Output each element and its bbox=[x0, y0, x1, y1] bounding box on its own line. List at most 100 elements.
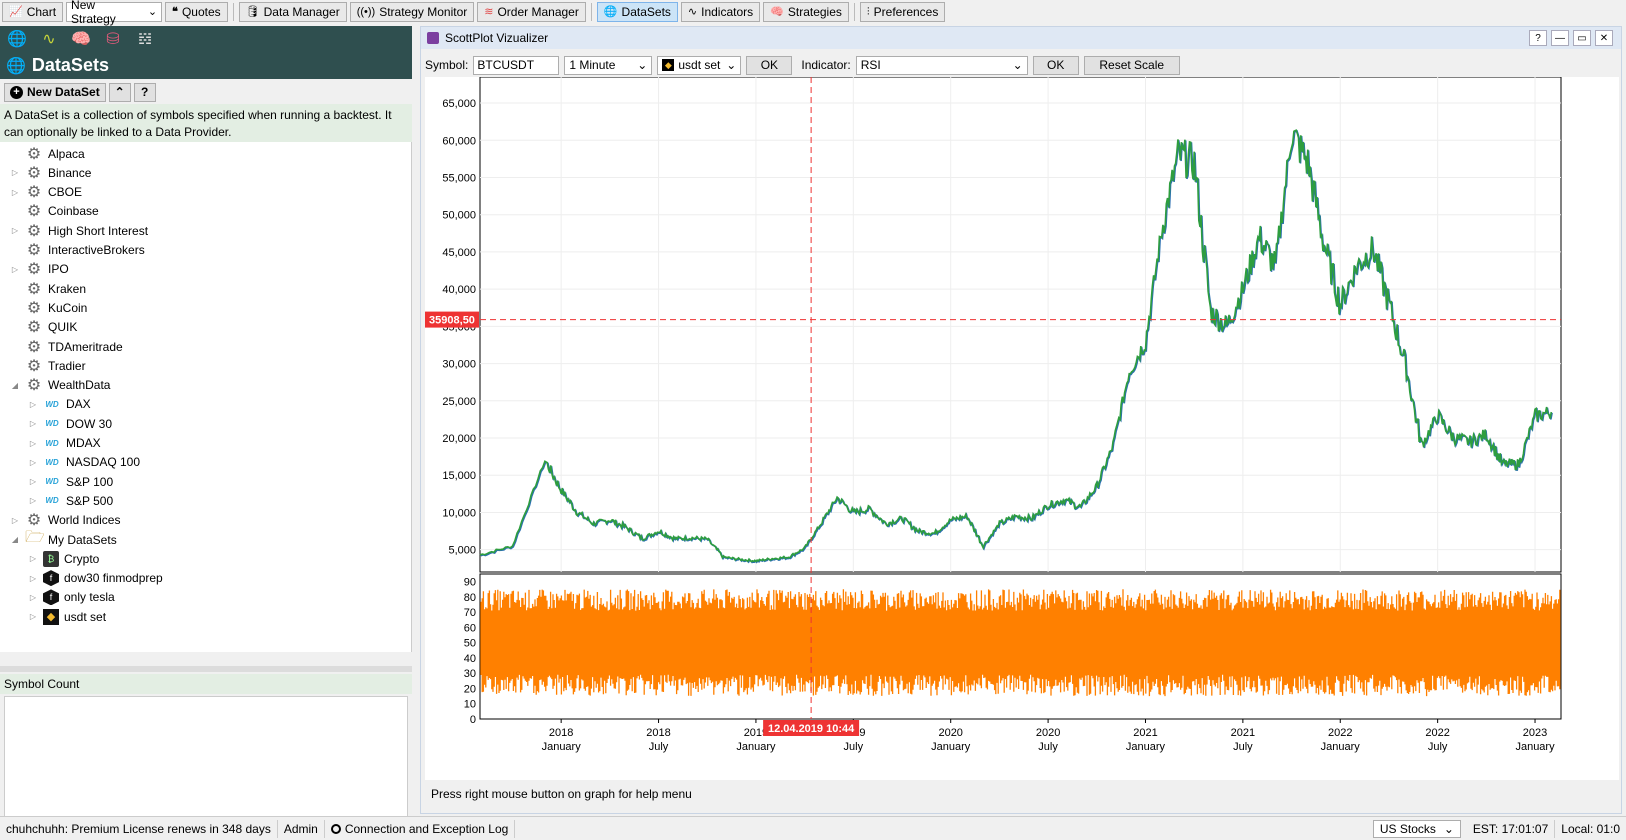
tree-item-label: InteractiveBrokers bbox=[48, 243, 145, 257]
strategies-button[interactable]: 🧠 Strategies bbox=[763, 2, 849, 22]
symbol-input[interactable] bbox=[473, 55, 560, 75]
tree-item[interactable]: ⚙ QUIK bbox=[10, 318, 78, 337]
indicator-ok-button[interactable]: OK bbox=[1032, 55, 1079, 75]
brain-icon[interactable]: 🧠 bbox=[70, 29, 92, 49]
tree-item[interactable]: ▷ f dow30 finmodprep bbox=[28, 569, 163, 588]
connection-log-link[interactable]: Connection and Exception Log bbox=[325, 819, 516, 838]
chart-button[interactable]: 📈 Chart bbox=[2, 2, 64, 22]
expander-icon[interactable]: ▷ bbox=[28, 477, 38, 486]
data-manager-button[interactable]: 🛢 Data Manager bbox=[238, 2, 347, 22]
tree-item[interactable]: ▷ ₿ Crypto bbox=[28, 549, 99, 568]
quotes-button[interactable]: ❝ Quotes bbox=[165, 2, 228, 22]
expander-icon[interactable]: ▷ bbox=[10, 265, 20, 274]
preferences-button[interactable]: ⫶ Preferences bbox=[859, 2, 946, 22]
tree-item[interactable]: ▷ WD MDAX bbox=[28, 434, 101, 453]
toolbar-separator bbox=[853, 3, 855, 21]
globe-icon[interactable]: 🌐 bbox=[6, 29, 28, 49]
indicators-button[interactable]: ∿ Indicators bbox=[680, 2, 761, 22]
datasets-panel: 🌐 ∿ 🧠 ⛁ 𝍌 🌐 DataSets + New DataSet ⌃ ? A … bbox=[0, 26, 412, 838]
expander-icon[interactable]: ◢ bbox=[10, 535, 20, 544]
tree-item[interactable]: ▷ ⚙ High Short Interest bbox=[10, 221, 148, 240]
interval-select[interactable]: 1 Minute ⌄ bbox=[564, 55, 653, 75]
expander-icon[interactable]: ▷ bbox=[10, 168, 20, 177]
tree-item[interactable]: ⚙ InteractiveBrokers bbox=[10, 241, 145, 260]
ok-button[interactable]: OK bbox=[746, 55, 793, 75]
x-tick-month: July bbox=[649, 741, 669, 753]
strategy-select[interactable]: New Strategy ⌄ bbox=[66, 0, 163, 26]
expander-icon[interactable]: ▷ bbox=[28, 496, 38, 505]
rsi-tick-label: 50 bbox=[464, 638, 476, 650]
maximize-icon[interactable]: ▭ bbox=[1573, 30, 1591, 46]
expander-icon[interactable]: ▷ bbox=[28, 593, 38, 602]
tree-item[interactable]: ◢ 🗁 My DataSets bbox=[10, 529, 117, 549]
tree-item-label: NASDAQ 100 bbox=[66, 455, 141, 470]
tree-item-label: Alpaca bbox=[48, 146, 85, 161]
tree-item[interactable]: ▷ WD S&P 100 bbox=[28, 472, 113, 491]
x-tick-year: 2022 bbox=[1425, 727, 1449, 739]
gear-icon: ⚙ bbox=[26, 184, 42, 202]
tree-item[interactable]: ⚙ Coinbase bbox=[10, 202, 99, 221]
tree-item[interactable]: ◢ ⚙ WealthData bbox=[10, 376, 111, 395]
y-tick-label: 30,000 bbox=[442, 359, 476, 371]
crypto-icon: ₿ bbox=[43, 550, 59, 567]
expander-icon[interactable]: ◢ bbox=[10, 381, 20, 390]
hex-icon: f bbox=[43, 570, 59, 587]
expander-icon[interactable]: ▷ bbox=[10, 516, 20, 525]
gear-icon: ⚙ bbox=[26, 280, 42, 298]
tree-item-label: DAX bbox=[66, 397, 91, 412]
price-rsi-chart[interactable]: 5,00010,00015,00020,00025,00030,00035,00… bbox=[425, 76, 1619, 780]
indicator-select[interactable]: RSI ⌄ bbox=[855, 55, 1028, 75]
strategy-monitor-button[interactable]: ((•)) Strategy Monitor bbox=[349, 2, 475, 22]
expander-icon[interactable]: ▷ bbox=[28, 612, 38, 621]
minimize-icon[interactable]: — bbox=[1551, 30, 1569, 46]
tree-item[interactable]: ⚙ Kraken bbox=[10, 279, 86, 298]
tree-item[interactable]: ▷ WD DOW 30 bbox=[28, 414, 112, 433]
y-tick-label: 5,000 bbox=[448, 545, 476, 557]
tree-item[interactable]: ▷ WD DAX bbox=[28, 395, 91, 414]
expander-icon[interactable]: ▷ bbox=[10, 188, 20, 197]
expander-icon[interactable]: ▷ bbox=[28, 574, 38, 583]
tree-item[interactable]: ⚙ Tradier bbox=[10, 356, 86, 375]
tree-item[interactable]: ▷ ⚙ CBOE bbox=[10, 183, 82, 202]
reset-scale-button[interactable]: Reset Scale bbox=[1083, 55, 1180, 75]
tree-item[interactable]: ▷ ⚙ IPO bbox=[10, 260, 69, 279]
wave-icon[interactable]: ∿ bbox=[38, 29, 60, 49]
expander-icon[interactable]: ▷ bbox=[28, 458, 38, 467]
tree-item[interactable]: ⚙ KuCoin bbox=[10, 298, 88, 317]
symbol-count-header: Symbol Count bbox=[0, 674, 412, 694]
user-role[interactable]: Admin bbox=[278, 819, 325, 838]
tree-item[interactable]: ⚙ Alpaca bbox=[10, 144, 85, 163]
rsi-tick-label: 80 bbox=[464, 592, 476, 604]
chart-area[interactable]: 5,00010,00015,00020,00025,00030,00035,00… bbox=[425, 76, 1619, 780]
expander-icon[interactable]: ▷ bbox=[28, 554, 38, 563]
panel-splitter[interactable] bbox=[0, 666, 412, 672]
dataset-select[interactable]: ◆ usdt set ⌄ bbox=[657, 55, 742, 75]
books-icon[interactable]: 𝍌 bbox=[134, 29, 156, 49]
x-tick-year: 2020 bbox=[938, 727, 962, 739]
tree-item[interactable]: ▷ ◆ usdt set bbox=[28, 607, 106, 626]
collapse-all-button[interactable]: ⌃ bbox=[108, 82, 131, 102]
order-manager-button[interactable]: ≋ Order Manager bbox=[477, 2, 586, 22]
close-icon[interactable]: ✕ bbox=[1595, 30, 1613, 46]
tree-item[interactable]: ▷ f only tesla bbox=[28, 588, 115, 607]
x-tick-month: January bbox=[1515, 741, 1555, 753]
expander-icon[interactable]: ▷ bbox=[28, 400, 38, 409]
wd-icon: WD bbox=[45, 438, 59, 448]
tree-item[interactable]: ▷ WD S&P 500 bbox=[28, 491, 113, 510]
blocks-icon[interactable]: ⛁ bbox=[102, 29, 124, 49]
help-button[interactable]: ? bbox=[133, 82, 156, 102]
expander-icon[interactable]: ▷ bbox=[28, 439, 38, 448]
expander-icon[interactable]: ▷ bbox=[28, 419, 38, 428]
help-icon[interactable]: ? bbox=[1529, 30, 1547, 46]
market-select[interactable]: US Stocks ⌄ bbox=[1372, 819, 1461, 838]
expander-icon[interactable]: ▷ bbox=[10, 226, 20, 235]
gear-icon: ⚙ bbox=[26, 242, 42, 259]
new-dataset-button[interactable]: + New DataSet bbox=[4, 82, 106, 102]
tree-item[interactable]: ▷ ⚙ Binance bbox=[10, 163, 91, 182]
tree-item[interactable]: ⚙ TDAmeritrade bbox=[10, 337, 123, 356]
chevron-down-icon: ⌄ bbox=[147, 5, 158, 18]
tree-item[interactable]: ▷ WD NASDAQ 100 bbox=[28, 453, 140, 472]
double-chevron-up-icon: ⌃ bbox=[114, 85, 125, 99]
x-tick-month: January bbox=[736, 741, 776, 753]
datasets-button[interactable]: 🌐 DataSets bbox=[596, 2, 678, 22]
